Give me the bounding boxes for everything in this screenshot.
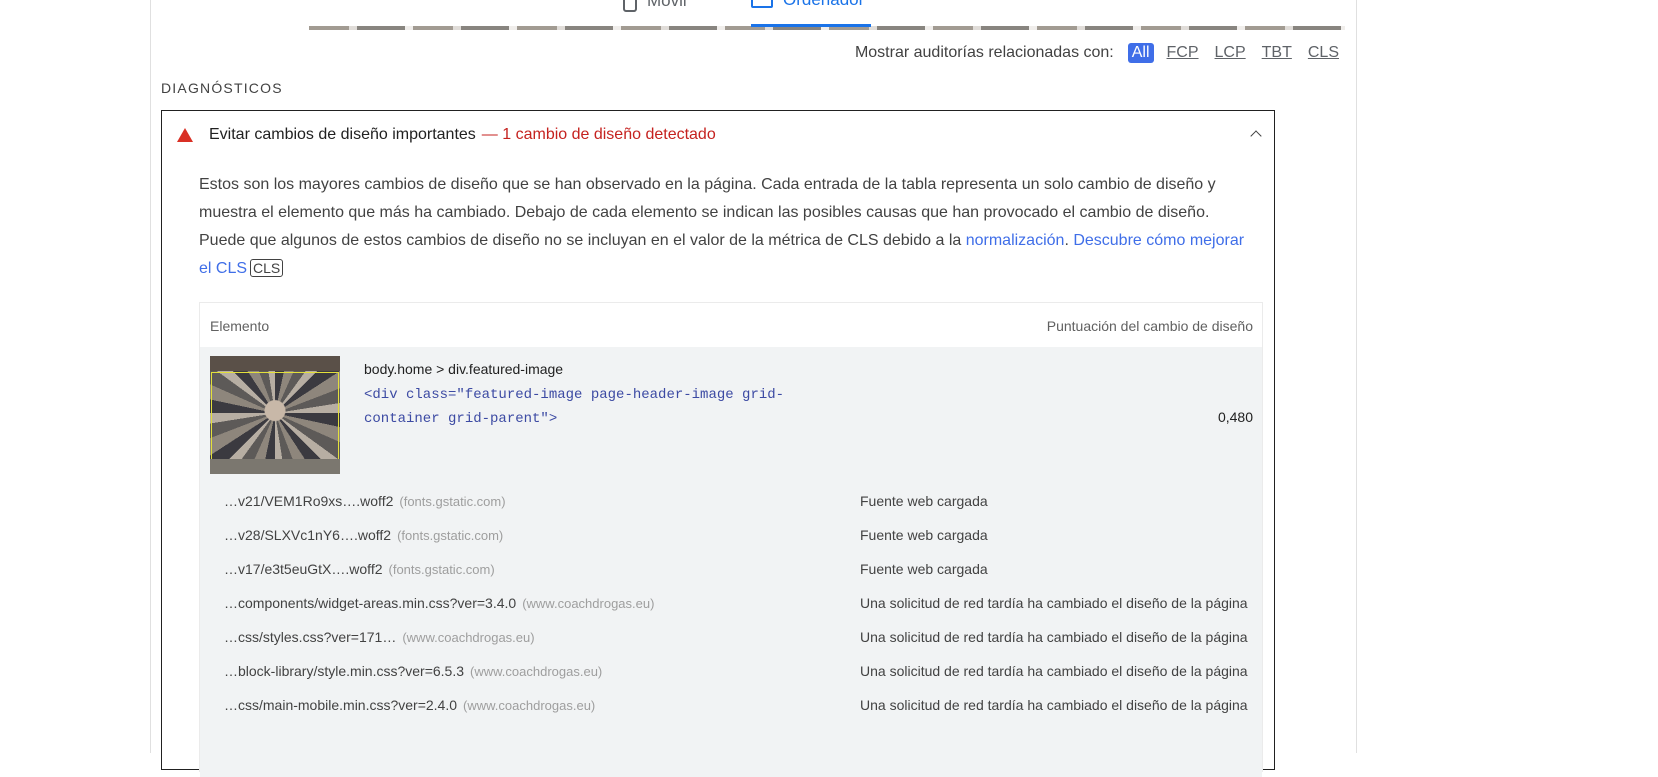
tab-mobile-label: Móvil: [647, 0, 687, 10]
metric-filter: Mostrar auditorías relacionadas con: All…: [855, 43, 1342, 63]
table-body: body.home > div.featured-image <div clas…: [200, 347, 1262, 777]
audit-header[interactable]: Evitar cambios de diseño importantes — 1 …: [162, 111, 1274, 161]
lighthouse-report: Móvil Ordenador Mostrar auditorías relac…: [150, 0, 1357, 777]
filter-label: Mostrar auditorías relacionadas con:: [854, 44, 1114, 61]
subitem-source[interactable]: …css/styles.css?ver=171… (www.coachdrogas…: [224, 629, 535, 645]
subitem-host: (fonts.gstatic.com): [388, 562, 495, 577]
subitem-host: (fonts.gstatic.com): [397, 528, 504, 543]
audit-title-text: Evitar cambios de diseño importantes: [209, 126, 476, 143]
subitem-url: …css/styles.css?ver=171…: [224, 629, 397, 645]
tab-desktop[interactable]: Ordenador: [751, 0, 864, 10]
subitem-reason: Una solicitud de red tardía ha cambiado …: [860, 663, 1248, 679]
thumbnail-top-band: [210, 356, 340, 371]
tab-mobile[interactable]: Móvil: [623, 0, 687, 12]
audit-display-value: — 1 cambio de diseño detectado: [481, 126, 716, 143]
device-tabs-strip: Móvil Ordenador: [151, 0, 1356, 31]
subitem-row: …v28/SLXVc1nY6….woff2 (fonts.gstatic.com)…: [200, 527, 1262, 561]
subitem-host: (www.coachdrogas.eu): [402, 630, 535, 645]
laptop-icon: [751, 0, 773, 8]
table-header: Elemento Puntuación del cambio de diseño: [200, 303, 1262, 348]
subitem-source[interactable]: …css/main-mobile.min.css?ver=2.4.0 (www.c…: [224, 697, 595, 713]
element-screenshot-thumbnail[interactable]: [210, 356, 340, 474]
active-tab-indicator: [751, 24, 871, 27]
subitem-host: (www.coachdrogas.eu): [470, 664, 603, 679]
chevron-up-icon[interactable]: [1250, 130, 1262, 142]
element-highlight-box: [211, 372, 339, 460]
node-snippet[interactable]: <div class="featured-image page-header-i…: [364, 383, 804, 431]
audit-layout-shifts: Evitar cambios de diseño importantes — 1 …: [161, 110, 1275, 777]
layout-shift-score: 0,480: [1217, 409, 1253, 425]
subitem-url: …block-library/style.min.css?ver=6.5.3: [224, 663, 465, 679]
subitem-host: (fonts.gstatic.com): [399, 494, 506, 509]
filter-cls-button[interactable]: CLS: [1305, 43, 1342, 63]
subitem-host: (www.coachdrogas.eu): [522, 596, 655, 611]
subitem-reason: Fuente web cargada: [860, 527, 988, 543]
column-header-element: Elemento: [210, 318, 270, 334]
subitem-url: …v28/SLXVc1nY6….woff2: [224, 527, 392, 543]
subitem-url: …v17/e3t5euGtX….woff2: [224, 561, 383, 577]
column-header-score: Puntuación del cambio de diseño: [1046, 318, 1253, 334]
subitem-row: …v17/e3t5euGtX….woff2 (fonts.gstatic.com)…: [200, 561, 1262, 595]
subitem-url: …css/main-mobile.min.css?ver=2.4.0: [224, 697, 458, 713]
subitem-url: …components/widget-areas.min.css?ver=3.4…: [224, 595, 517, 611]
audit-title: Evitar cambios de diseño importantes — 1 …: [209, 126, 716, 144]
layout-shift-table: Elemento Puntuación del cambio de diseño…: [199, 302, 1263, 777]
phone-icon: [623, 0, 637, 12]
audit-description-text: Estos son los mayores cambios de diseño …: [199, 176, 1216, 249]
subitem-source[interactable]: …block-library/style.min.css?ver=6.5.3 (w…: [224, 663, 602, 679]
subitem-reason: Fuente web cargada: [860, 561, 988, 577]
section-title: DIAGNÓSTICOS: [161, 80, 283, 96]
filter-all-button[interactable]: All: [1127, 43, 1154, 63]
subitem-reason: Una solicitud de red tardía ha cambiado …: [860, 629, 1248, 645]
normalization-link[interactable]: normalización: [966, 232, 1065, 249]
subitem-source[interactable]: …components/widget-areas.min.css?ver=3.4…: [224, 595, 654, 611]
filter-tbt-button[interactable]: TBT: [1259, 43, 1295, 63]
subitem-source[interactable]: …v28/SLXVc1nY6….woff2 (fonts.gstatic.com): [224, 527, 503, 543]
subitem-host: (www.coachdrogas.eu): [463, 698, 596, 713]
filter-lcp-button[interactable]: LCP: [1212, 43, 1249, 63]
subitem-reason: Una solicitud de red tardía ha cambiado …: [860, 595, 1248, 611]
subitem-row: …css/main-mobile.min.css?ver=2.4.0 (www.c…: [200, 697, 1262, 731]
cls-metric-badge: CLS: [250, 259, 284, 277]
subitem-row: …block-library/style.min.css?ver=6.5.3 (w…: [200, 663, 1262, 697]
audit-description: Estos son los mayores cambios de diseño …: [199, 176, 1245, 277]
subitem-reason: Fuente web cargada: [860, 493, 988, 509]
subitem-source[interactable]: …v21/VEM1Ro9xs….woff2 (fonts.gstatic.com): [224, 493, 506, 509]
node-path[interactable]: body.home > div.featured-image: [364, 361, 563, 377]
filter-fcp-button[interactable]: FCP: [1164, 43, 1202, 63]
subitem-row: …css/styles.css?ver=171… (www.coachdrogas…: [200, 629, 1262, 663]
subitem-source[interactable]: …v17/e3t5euGtX….woff2 (fonts.gstatic.com): [224, 561, 495, 577]
subitem-reason: Una solicitud de red tardía ha cambiado …: [860, 697, 1248, 713]
subitem-row: …v21/VEM1Ro9xs….woff2 (fonts.gstatic.com)…: [200, 493, 1262, 527]
warning-triangle-icon: [177, 128, 193, 142]
tab-desktop-label: Ordenador: [783, 0, 864, 10]
subitem-row: …components/widget-areas.min.css?ver=3.4…: [200, 595, 1262, 629]
subitem-url: …v21/VEM1Ro9xs….woff2: [224, 493, 394, 509]
thumbnail-bottom-band: [210, 459, 340, 474]
